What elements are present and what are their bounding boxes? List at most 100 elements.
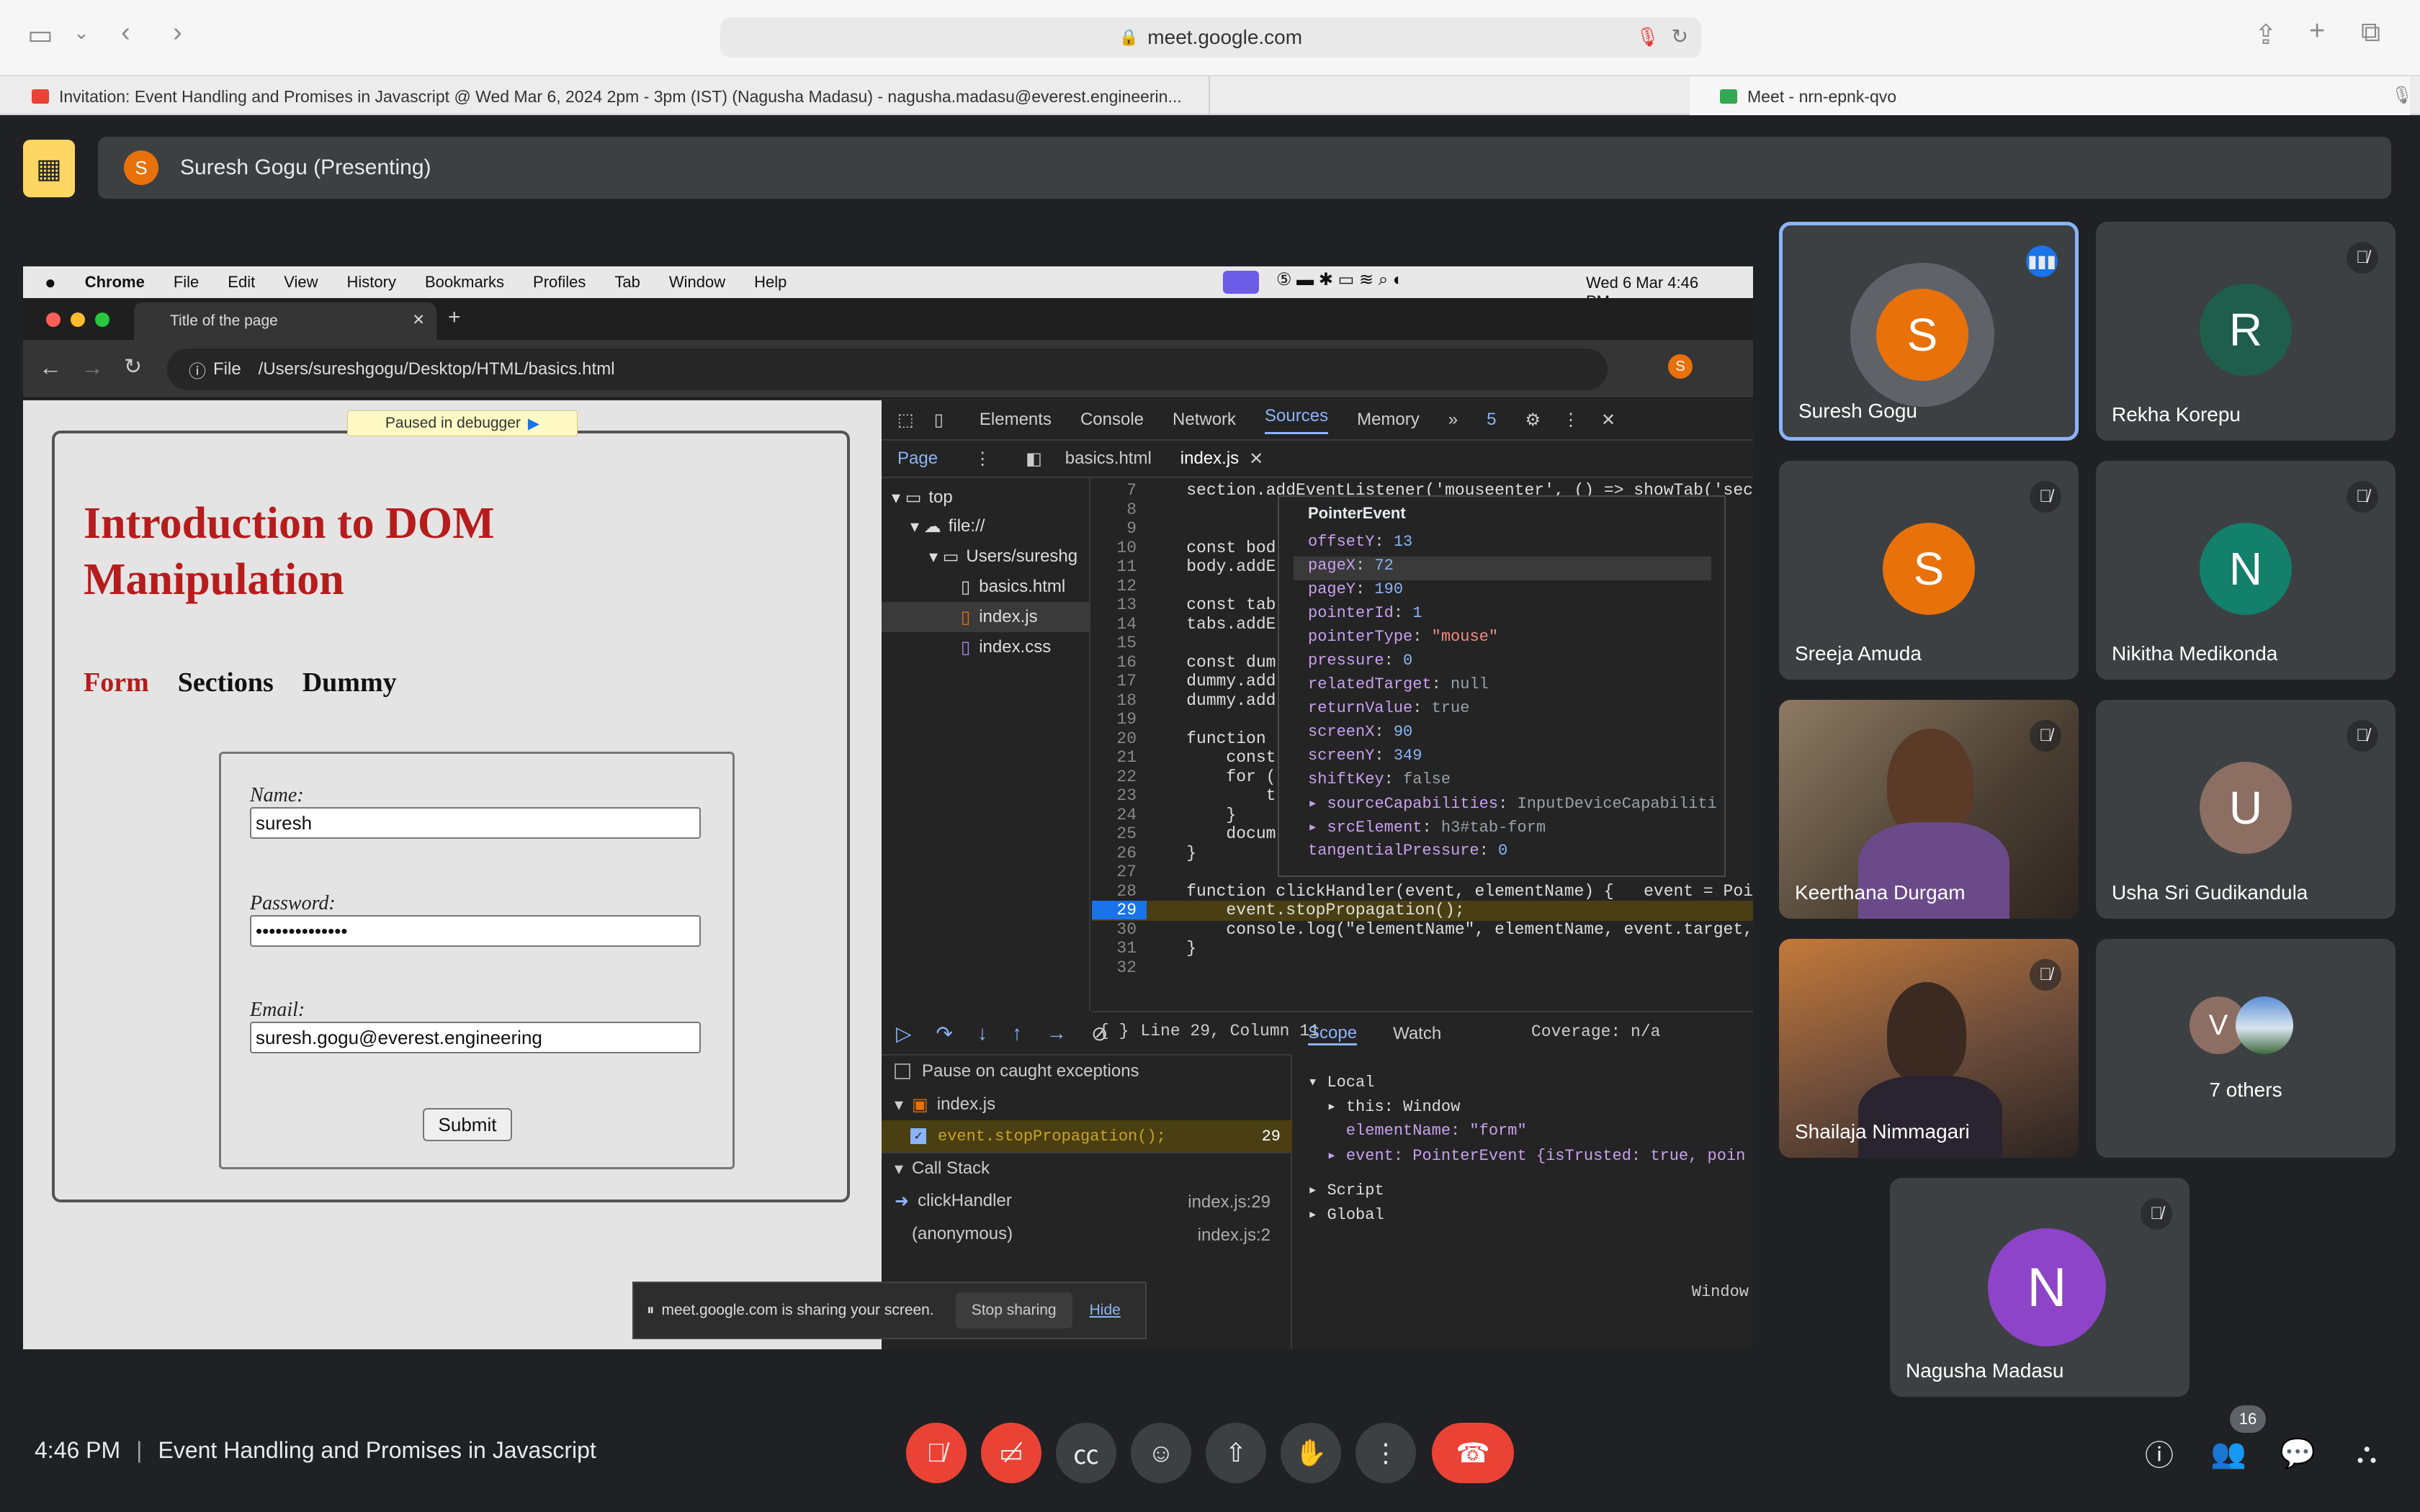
line-number[interactable]: 23 xyxy=(1092,786,1147,805)
people-button[interactable]: 👥 xyxy=(2208,1433,2249,1473)
others-tile[interactable]: V 7 others xyxy=(2096,939,2396,1158)
line-number[interactable]: 12 xyxy=(1092,577,1147,595)
line-number[interactable]: 17 xyxy=(1092,672,1147,690)
url-input[interactable]: ⓘ File /Users/sureshgogu/Desktop/HTML/ba… xyxy=(167,348,1608,390)
share-icon[interactable]: ⇪ xyxy=(2254,19,2277,51)
event-property[interactable]: relatedTarget: null xyxy=(1308,675,1489,699)
tab-form[interactable]: Form xyxy=(84,667,149,698)
submit-button[interactable]: Submit xyxy=(423,1108,512,1141)
tab-overview-icon[interactable]: ⧉ xyxy=(2361,17,2380,48)
chat-button[interactable]: 💬 xyxy=(2277,1433,2318,1473)
line-number[interactable]: 14 xyxy=(1092,615,1147,634)
line-number[interactable]: 16 xyxy=(1092,653,1147,672)
participant-tile[interactable]: N 🎙̸ Nagusha Madasu xyxy=(1890,1178,2190,1397)
close-icon[interactable]: ✕ xyxy=(412,311,425,329)
line-number[interactable]: 18 xyxy=(1092,691,1147,710)
tab-sections[interactable]: Sections xyxy=(178,667,274,698)
checkbox[interactable] xyxy=(895,1063,910,1079)
meeting-details-button[interactable]: ⓘ xyxy=(2139,1433,2179,1473)
event-property[interactable]: pressure: 0 xyxy=(1308,652,1412,675)
participant-tile[interactable]: S ▮▮▮ Suresh Gogu xyxy=(1779,222,2079,441)
tree-item-file[interactable]: ▾ ☁ file:// xyxy=(882,511,985,541)
scope-row[interactable]: ▸ this: Window xyxy=(1308,1097,1460,1122)
activities-button[interactable]: ⛬ xyxy=(2347,1433,2387,1473)
camera-toggle[interactable]: ▭̸ xyxy=(981,1423,1041,1483)
participant-tile[interactable]: U 🎙̸ Usha Sri Gudikandula xyxy=(2096,700,2396,919)
event-property[interactable]: ▸ srcElement: h3#tab-form xyxy=(1308,818,1546,842)
event-property[interactable]: shiftKey: false xyxy=(1308,770,1451,794)
inspect-icon[interactable]: ⬚ xyxy=(897,410,914,431)
email-field[interactable]: suresh.gogu@everest.engineering xyxy=(250,1022,701,1053)
tab-sources[interactable]: Sources xyxy=(1265,406,1329,434)
line-number[interactable]: 11 xyxy=(1092,557,1147,576)
deactivate-breakpoints-icon[interactable]: ⊘ xyxy=(1091,1022,1108,1045)
line-number[interactable]: 25 xyxy=(1092,824,1147,843)
line-number[interactable]: 26 xyxy=(1092,844,1147,863)
resume-icon[interactable]: ▷ xyxy=(896,1022,912,1045)
line-number[interactable]: 28 xyxy=(1092,882,1147,901)
device-toolbar-icon[interactable]: ▯ xyxy=(934,410,944,431)
line-number[interactable]: 9 xyxy=(1092,519,1147,538)
new-tab-icon[interactable]: + xyxy=(448,305,461,330)
call-stack-header[interactable]: ▾ Call Stack xyxy=(882,1152,1292,1184)
tab-elements[interactable]: Elements xyxy=(980,410,1052,430)
page-tab[interactable]: Page xyxy=(897,449,938,469)
line-number[interactable]: 7 xyxy=(1092,481,1147,500)
participant-tile[interactable]: S 🎙̸ Sreeja Amuda xyxy=(1779,461,2079,680)
step-into-icon[interactable]: ↓ xyxy=(977,1022,987,1045)
line-number[interactable]: 8 xyxy=(1092,500,1147,519)
forward-icon[interactable]: › xyxy=(173,17,182,48)
minimize-window-icon[interactable] xyxy=(71,312,85,327)
event-property[interactable]: pointerType: "mouse" xyxy=(1308,628,1498,652)
scope-row[interactable]: ▸ Global xyxy=(1308,1205,1384,1230)
presentation-icon[interactable]: ▦ xyxy=(23,140,75,197)
reload-icon[interactable]: ↻ xyxy=(124,354,142,379)
line-number[interactable]: 15 xyxy=(1092,634,1147,652)
tree-item-folder[interactable]: ▾ ▭ Users/sureshg xyxy=(882,541,1077,572)
microphone-toggle[interactable]: 🎙̸ xyxy=(906,1423,967,1483)
checkbox-checked[interactable]: ✓ xyxy=(910,1128,926,1144)
call-frame[interactable]: (anonymous) index.js:2 xyxy=(882,1218,1292,1250)
line-number[interactable]: 20 xyxy=(1092,729,1147,748)
tab-calendar-invitation[interactable]: Invitation: Event Handling and Promises … xyxy=(0,76,1210,117)
close-icon[interactable]: ✕ xyxy=(1601,410,1615,431)
event-property[interactable]: ▸ sourceCapabilities: InputDeviceCapabil… xyxy=(1308,794,1717,818)
captions-button[interactable]: ㏄ xyxy=(1056,1423,1116,1483)
scope-row[interactable]: ▸ Script xyxy=(1308,1181,1384,1205)
event-property[interactable]: offsetY: 13 xyxy=(1308,533,1412,557)
file-tab-basics[interactable]: basics.html xyxy=(1065,449,1152,469)
kebab-menu-icon[interactable]: ⋮ xyxy=(1562,410,1579,431)
line-number[interactable]: 19 xyxy=(1092,710,1147,729)
more-options-button[interactable]: ⋮ xyxy=(1355,1423,1416,1483)
reload-icon[interactable]: ↻ xyxy=(1672,24,1688,48)
forward-icon[interactable]: → xyxy=(81,354,104,381)
issues-badge[interactable]: 5 xyxy=(1487,410,1496,430)
close-icon[interactable]: ✕ xyxy=(1249,449,1263,469)
pause-caught-row[interactable]: Pause on caught exceptions xyxy=(882,1056,1292,1087)
reactions-button[interactable]: ☺ xyxy=(1131,1423,1191,1483)
line-number[interactable]: 32 xyxy=(1092,958,1147,977)
chrome-tab[interactable]: Title of the page ✕ xyxy=(134,302,436,340)
name-field[interactable]: suresh xyxy=(250,807,701,839)
tab-network[interactable]: Network xyxy=(1173,410,1236,430)
back-icon[interactable]: ← xyxy=(39,354,62,381)
tree-item-index-js[interactable]: ▯ index.js xyxy=(882,602,1090,632)
tree-item-top[interactable]: ▾ ▭ top xyxy=(882,482,953,513)
hide-link[interactable]: Hide xyxy=(1090,1302,1121,1319)
event-property[interactable]: screenY: 349 xyxy=(1308,747,1422,770)
line-number[interactable]: 13 xyxy=(1092,595,1147,614)
line-number[interactable]: 10 xyxy=(1092,539,1147,557)
line-number[interactable]: 27 xyxy=(1092,863,1147,881)
tab-watch[interactable]: Watch xyxy=(1393,1024,1441,1044)
tree-item-index-css[interactable]: ▯ index.css xyxy=(882,632,1051,662)
event-property[interactable]: pointerId: 1 xyxy=(1308,604,1422,628)
call-frame[interactable]: ➜ clickHandler index.js:29 xyxy=(882,1185,1292,1217)
line-number[interactable]: 24 xyxy=(1092,806,1147,824)
participant-video-tile[interactable]: 🎙̸ Keerthana Durgam xyxy=(1779,700,2079,919)
tab-memory[interactable]: Memory xyxy=(1357,410,1420,430)
close-window-icon[interactable] xyxy=(46,312,60,327)
code-editor[interactable]: 7 section.addEventListener('mouseenter',… xyxy=(1092,478,1753,1041)
present-button[interactable]: ⇧ xyxy=(1206,1423,1266,1483)
participant-tile[interactable]: R 🎙̸ Rekha Korepu xyxy=(2096,222,2396,441)
tab-scope[interactable]: Scope xyxy=(1308,1023,1358,1045)
